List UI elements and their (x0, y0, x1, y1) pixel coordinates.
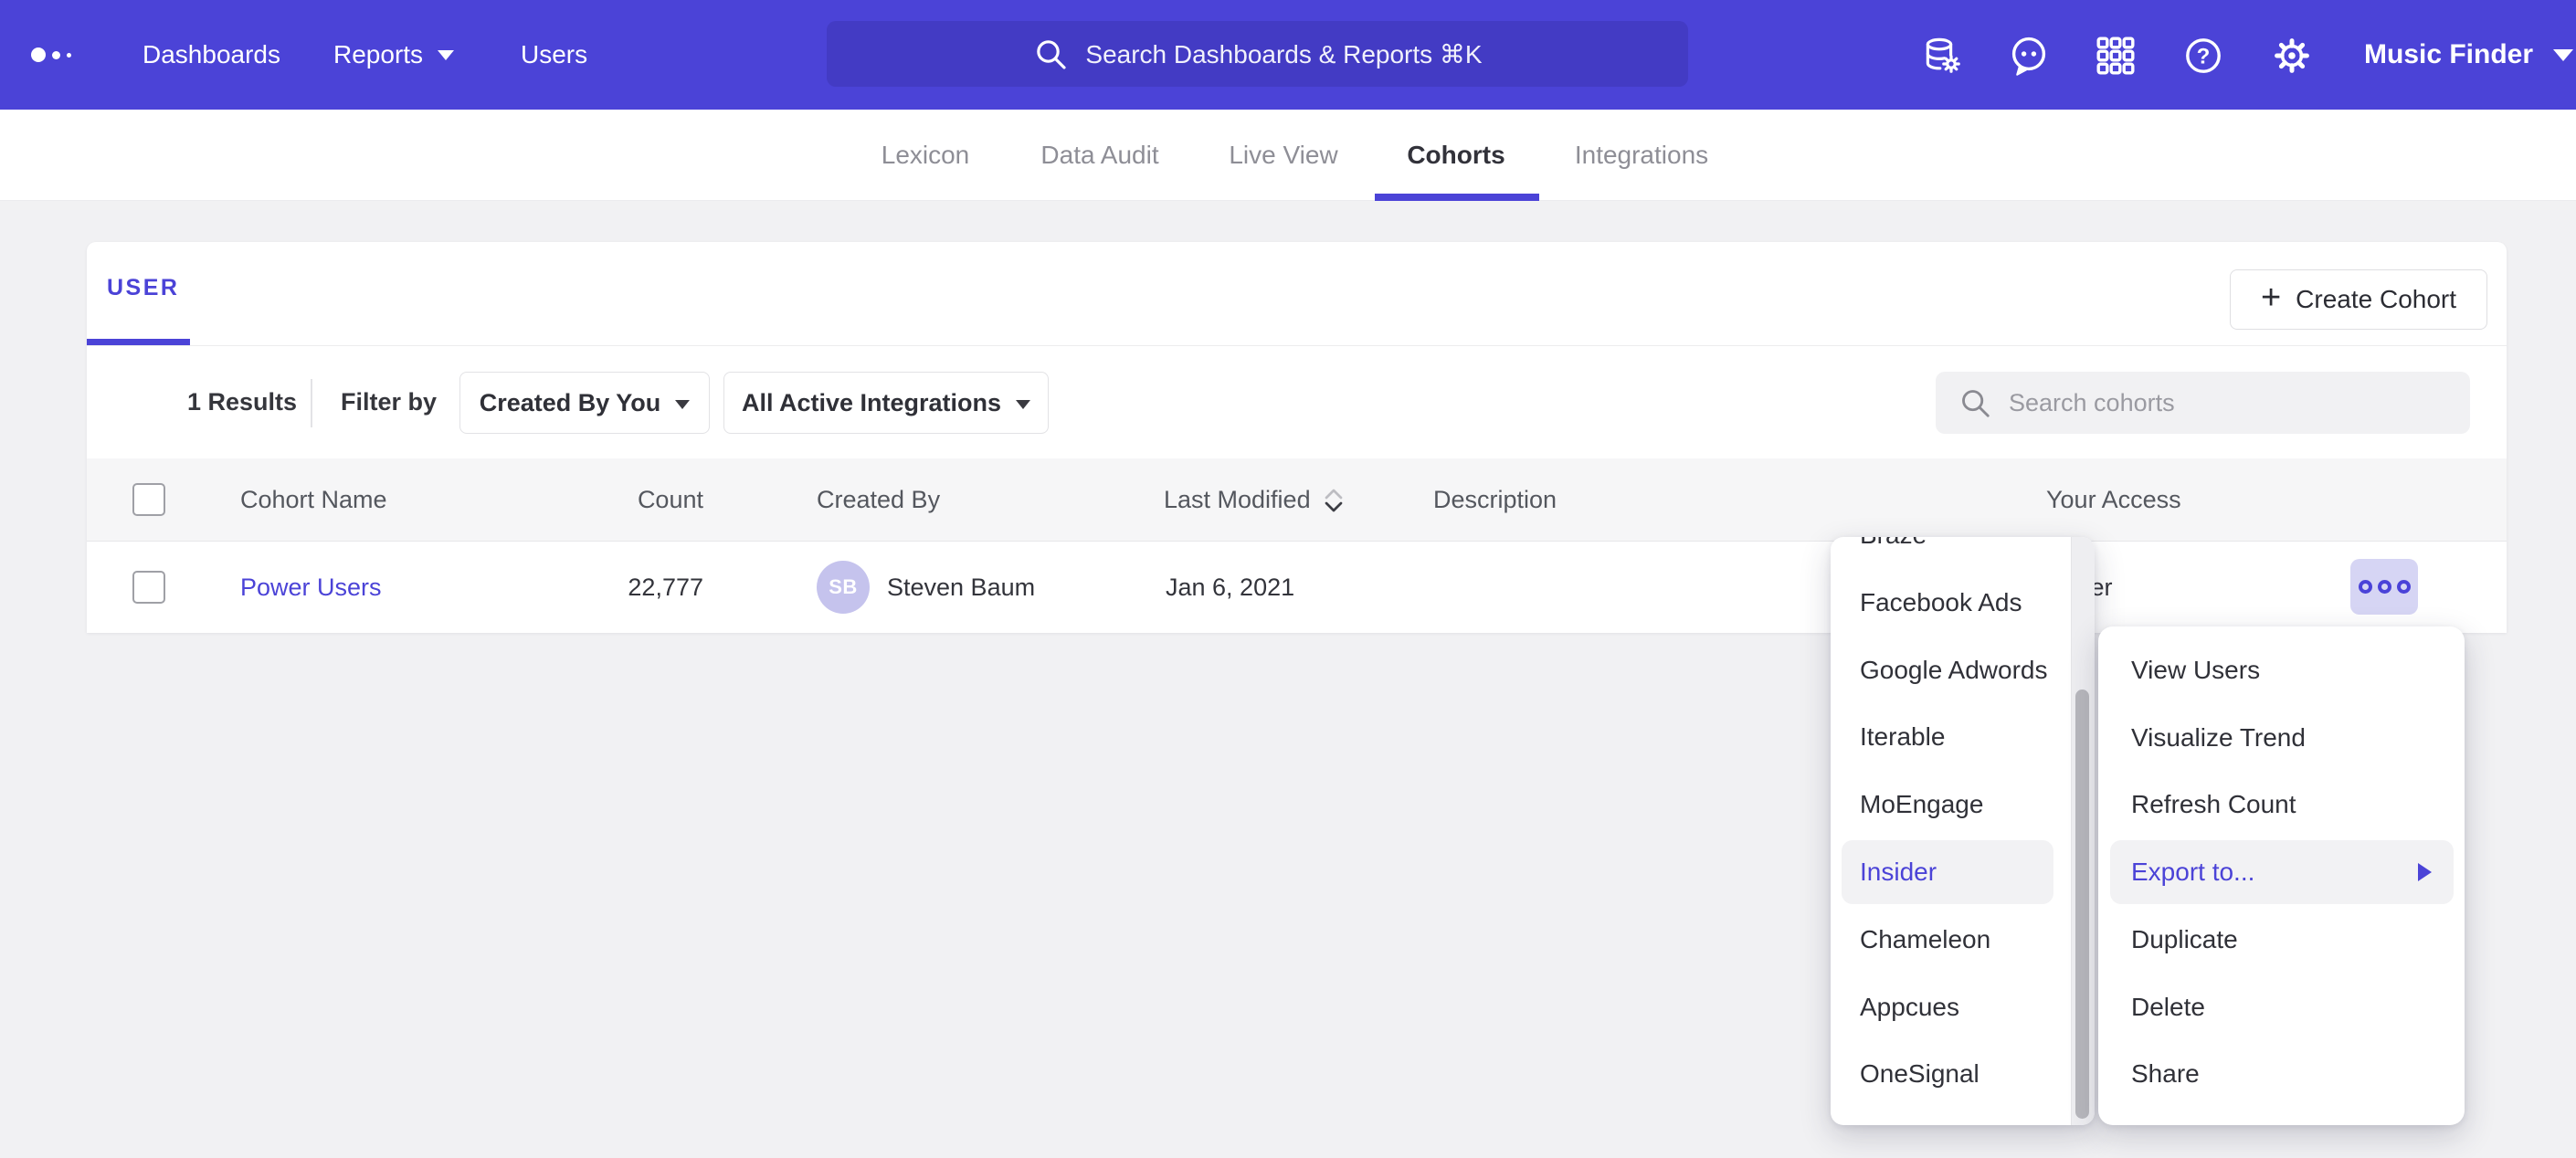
col-count: Count (548, 458, 703, 542)
created-by-filter-dropdown[interactable]: Created By You (459, 372, 710, 434)
nav-dashboards[interactable]: Dashboards (143, 0, 280, 110)
cohorts-card: USER + Create Cohort 1 Results Filter by… (87, 242, 2507, 633)
global-search-input[interactable]: Search Dashboards & Reports ⌘K (827, 21, 1688, 87)
search-cohorts-input[interactable]: Search cohorts (1936, 372, 2470, 434)
settings-gear-icon[interactable] (2270, 34, 2314, 78)
table-header: Cohort Name Count Created By Last Modifi… (87, 458, 2507, 542)
menu-item-onesignal[interactable]: OneSignal (1831, 1040, 2071, 1108)
col-cohort-name: Cohort Name (240, 458, 387, 542)
sort-icon (1322, 486, 1346, 515)
menu-item-export-to[interactable]: Export to... (2098, 838, 2465, 906)
menu-scrollbar-thumb[interactable] (2075, 690, 2089, 1119)
user-tab-underline (87, 339, 190, 345)
created-by-name: Steven Baum (887, 542, 1035, 633)
avatar: SB (817, 561, 870, 614)
global-search-placeholder: Search Dashboards & Reports ⌘K (1085, 39, 1482, 69)
export-destinations-menu: Braze Facebook Ads Google Adwords Iterab… (1831, 537, 2095, 1125)
menu-item-visualize-trend[interactable]: Visualize Trend (2098, 704, 2465, 772)
col-description: Description (1433, 458, 1557, 542)
menu-item-insider[interactable]: Insider (1831, 838, 2071, 906)
project-switcher[interactable]: Music Finder (2364, 0, 2573, 110)
menu-item-view-users[interactable]: View Users (2098, 637, 2465, 704)
plus-icon: + (2261, 280, 2281, 315)
menu-scrollbar-track (2071, 537, 2095, 1125)
project-name: Music Finder (2364, 39, 2533, 70)
menu-item-duplicate[interactable]: Duplicate (2098, 906, 2465, 974)
col-created-by: Created By (817, 458, 940, 542)
chevron-down-icon (1016, 400, 1030, 409)
select-all-checkbox[interactable] (132, 483, 165, 516)
cohort-name-link[interactable]: Power Users (240, 542, 382, 633)
cohort-count: 22,777 (548, 542, 703, 633)
svg-text:?: ? (2197, 44, 2211, 68)
menu-item-refresh-count[interactable]: Refresh Count (2098, 771, 2465, 838)
mixpanel-logo-icon[interactable] (31, 0, 86, 110)
col-last-modified[interactable]: Last Modified (1164, 458, 1346, 542)
cohort-actions-menu: View Users Visualize Trend Refresh Count… (2098, 626, 2465, 1125)
integrations-filter-dropdown[interactable]: All Active Integrations (723, 372, 1049, 434)
active-tab-underline (1375, 194, 1539, 201)
chevron-down-icon (675, 400, 690, 409)
tab-lexicon[interactable]: Lexicon (882, 110, 970, 201)
menu-item-facebook-ads[interactable]: Facebook Ads (1831, 569, 2071, 637)
search-icon (1958, 385, 1992, 420)
ellipsis-icon (2359, 580, 2372, 594)
filter-by-label: Filter by (341, 345, 437, 458)
last-modified-date: Jan 6, 2021 (1166, 542, 1294, 633)
menu-item-braze[interactable]: Braze (1831, 537, 2071, 569)
nav-users[interactable]: Users (521, 0, 587, 110)
submenu-arrow-icon (2418, 863, 2432, 881)
feedback-icon[interactable] (2007, 34, 2051, 78)
create-cohort-button[interactable]: + Create Cohort (2230, 269, 2487, 330)
top-navigation-bar: Dashboards Reports Users Search Dashboar… (0, 0, 2576, 110)
menu-item-google-adwords[interactable]: Google Adwords (1831, 637, 2071, 704)
search-cohorts-placeholder: Search cohorts (2009, 389, 2175, 417)
tab-data-audit[interactable]: Data Audit (1040, 110, 1158, 201)
nav-reports[interactable]: Reports (333, 0, 454, 110)
menu-item-chameleon[interactable]: Chameleon (1831, 906, 2071, 974)
tab-integrations[interactable]: Integrations (1575, 110, 1708, 201)
menu-item-iterable[interactable]: Iterable (1831, 703, 2071, 771)
menu-item-share[interactable]: Share (2098, 1040, 2465, 1108)
tab-live-view[interactable]: Live View (1229, 110, 1337, 201)
divider (311, 379, 312, 427)
chevron-down-icon (438, 50, 454, 60)
tab-cohorts[interactable]: Cohorts (1407, 110, 1504, 201)
help-icon[interactable]: ? (2181, 34, 2225, 78)
divider (87, 345, 2507, 346)
results-count: 1 Results (187, 345, 297, 458)
data-export-icon[interactable] (1919, 34, 1963, 78)
menu-item-delete[interactable]: Delete (2098, 974, 2465, 1041)
search-icon (1032, 36, 1069, 72)
apps-grid-icon[interactable] (2094, 34, 2138, 78)
menu-item-appcues[interactable]: Appcues (1831, 974, 2071, 1041)
section-tabbar: Lexicon Data Audit Live View Cohorts Int… (0, 110, 2576, 201)
cohort-type-tab-user[interactable]: USER (107, 275, 179, 301)
row-checkbox[interactable] (132, 571, 165, 604)
table-row: Power Users 22,777 SB Steven Baum Jan 6,… (87, 542, 2507, 633)
menu-item-moengage[interactable]: MoEngage (1831, 771, 2071, 838)
cohorts-page: Dashboards Reports Users Search Dashboar… (0, 0, 2576, 1158)
chevron-down-icon (2553, 49, 2573, 61)
row-actions-button[interactable] (2350, 559, 2418, 615)
col-your-access: Your Access (2046, 458, 2181, 542)
